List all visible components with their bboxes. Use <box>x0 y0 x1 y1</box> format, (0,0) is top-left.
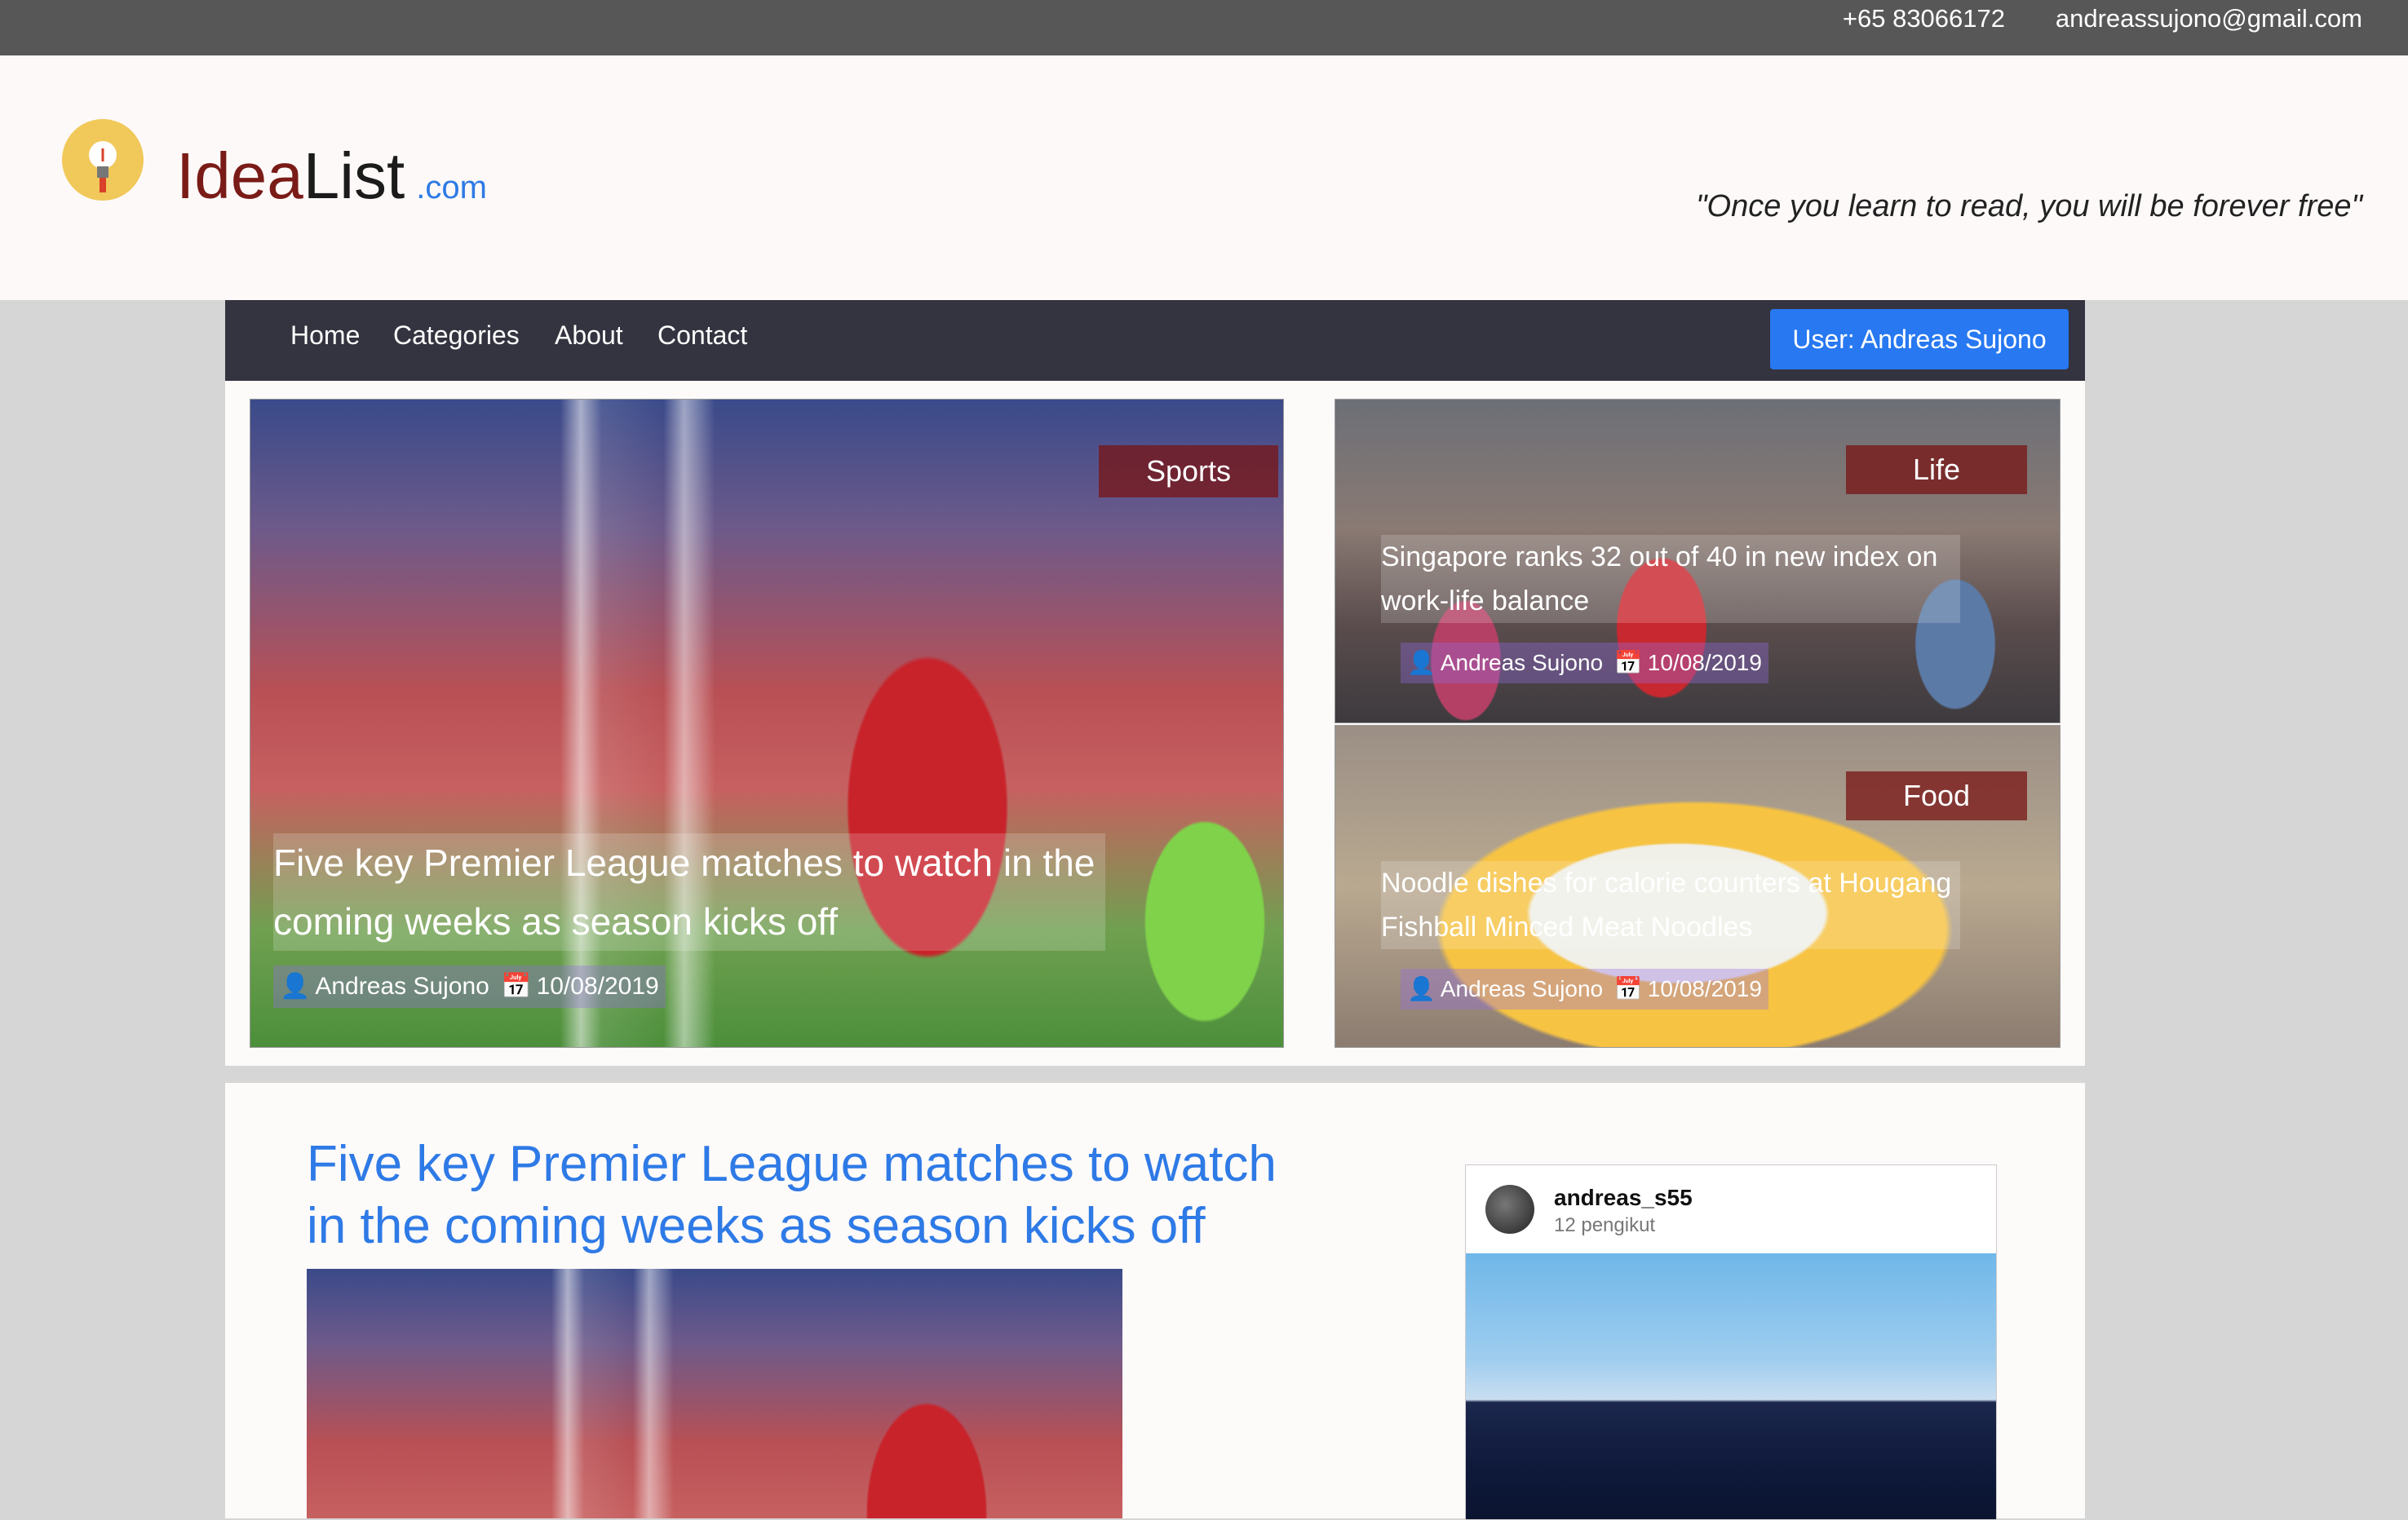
featured-title[interactable]: Five key Premier League matches to watch… <box>273 833 1105 951</box>
featured-meta: 👤 Andreas Sujono 📅 10/08/2019 <box>273 965 666 1008</box>
nav-about[interactable]: About <box>555 300 623 370</box>
author-name: Andreas Sujono <box>1440 976 1604 1001</box>
brand-name-part2: List <box>303 139 405 212</box>
user-icon: 👤 <box>280 973 311 1000</box>
brand-suffix: .com <box>416 170 487 205</box>
post-date: 10/08/2019 <box>536 973 659 1000</box>
post-date: 10/08/2019 <box>1647 650 1762 675</box>
calendar-icon: 📅 <box>501 973 532 1000</box>
lightbulb-icon[interactable] <box>62 119 144 201</box>
nav-home[interactable]: Home <box>290 300 360 370</box>
site-header: IdeaList .com "Once you learn to read, yo… <box>0 55 2408 300</box>
calendar-icon: 📅 <box>1613 976 1643 1001</box>
category-badge[interactable]: Life <box>1846 445 2027 494</box>
article-image[interactable] <box>307 1269 1122 1518</box>
user-icon: 👤 <box>1407 650 1436 675</box>
user-icon: 👤 <box>1407 976 1436 1001</box>
top-contact-bar: +65 83066172 andreassujono@gmail.com <box>0 0 2408 55</box>
header-quote: "Once you learn to read, you will be for… <box>1696 189 2362 223</box>
nav-categories[interactable]: Categories <box>393 300 520 370</box>
featured-meta: 👤 Andreas Sujono 📅 10/08/2019 <box>1401 969 1768 1010</box>
featured-title[interactable]: Noodle dishes for calorie counters at Ho… <box>1381 861 1960 949</box>
instagram-widget[interactable]: andreas_s55 12 pengikut <box>1465 1164 1997 1520</box>
contact-phone: +65 83066172 <box>1842 4 2005 33</box>
article-title[interactable]: Five key Premier League matches to watch… <box>307 1133 1318 1257</box>
brand-name-part1: Idea <box>176 139 303 212</box>
featured-title[interactable]: Singapore ranks 32 out of 40 in new inde… <box>1381 535 1960 623</box>
calendar-icon: 📅 <box>1613 650 1643 675</box>
post-date: 10/08/2019 <box>1647 976 1762 1001</box>
featured-card-life[interactable]: Life Singapore ranks 32 out of 40 in new… <box>1335 399 2061 723</box>
instagram-followers: 12 pengikut <box>1554 1214 1656 1236</box>
contact-email[interactable]: andreassujono@gmail.com <box>2056 0 2362 38</box>
instagram-photo[interactable] <box>1466 1253 1996 1519</box>
main-navbar: Home Categories About Contact User: Andr… <box>225 300 2085 381</box>
category-badge[interactable]: Food <box>1846 771 2027 820</box>
featured-section: Sports Five key Premier League matches t… <box>225 381 2085 1066</box>
author-name: Andreas Sujono <box>1440 650 1604 675</box>
featured-card-sports[interactable]: Sports Five key Premier League matches t… <box>250 399 1284 1048</box>
instagram-username[interactable]: andreas_s55 <box>1554 1185 1693 1211</box>
nav-contact[interactable]: Contact <box>657 300 747 370</box>
category-badge[interactable]: Sports <box>1099 445 1278 497</box>
main-content: Five key Premier League matches to watch… <box>225 1083 2085 1520</box>
avatar[interactable] <box>1485 1185 1534 1234</box>
user-button[interactable]: User: Andreas Sujono <box>1770 309 2069 369</box>
site-logo-text[interactable]: IdeaList .com <box>176 135 487 228</box>
featured-meta: 👤 Andreas Sujono 📅 10/08/2019 <box>1401 643 1768 683</box>
author-name: Andreas Sujono <box>315 973 489 1000</box>
featured-card-food[interactable]: Food Noodle dishes for calorie counters … <box>1335 725 2061 1048</box>
